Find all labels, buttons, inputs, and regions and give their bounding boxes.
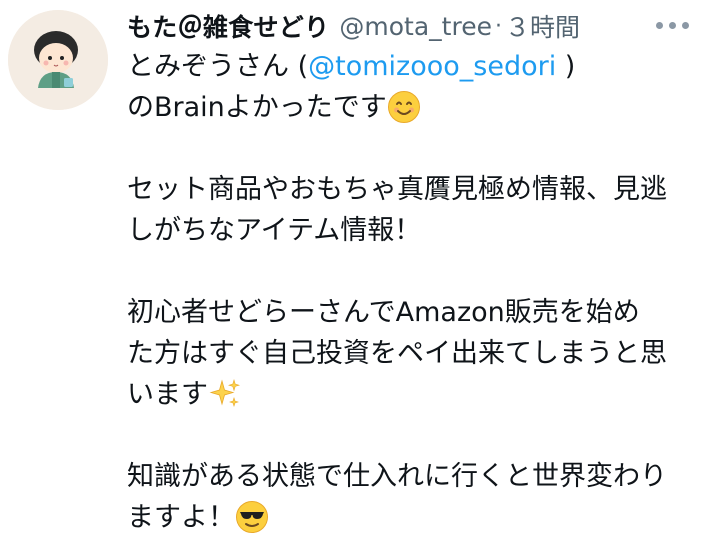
tweet-text: ) [556,51,576,82]
tweet-line: います [127,374,692,415]
more-horizontal-icon [655,21,689,29]
avatar-illustration [8,10,108,110]
display-name[interactable]: もた＠雑食せどり [127,8,329,44]
tweet-header: もた＠雑食せどり @mota_tree · ３時間 [127,8,580,44]
sparkles-icon [208,377,240,409]
tweet-line: ますよ！ [127,497,692,538]
tweet-line: 知識がある状態で仕入れに行くと世界変わり [127,461,667,492]
tweet-timestamp[interactable]: ３時間 [505,8,580,44]
tweet-line: 初心者せどらーさんでAmazon販売を始め [127,297,640,328]
tweet-body: とみぞうさん (@tomizooo_sedori ) のBrainよかったです … [127,46,692,538]
tweet-line: とみぞうさん (@tomizooo_sedori ) [127,46,692,87]
tweet-text: います [127,379,208,410]
separator-dot: · [494,13,502,39]
tweet-line: セット商品やおもちゃ真贋見極め情報、見逃 [127,174,667,205]
tweet-line: た方はすぐ自己投資をペイ出来てしまうと思 [127,338,667,369]
tweet-text: とみぞうさん ( [127,51,309,82]
tweet-text: のBrainよかったです [127,92,387,123]
tweet[interactable]: もた＠雑食せどり @mota_tree · ３時間 とみぞうさん (@tomiz… [0,0,702,533]
mention-link[interactable]: @tomizooo_sedori [308,51,556,82]
avatar[interactable] [8,10,108,110]
user-handle[interactable]: @mota_tree [339,12,492,41]
sunglasses-face-icon [235,500,268,533]
tweet-line: しがちなアイテム情報！ [127,215,422,246]
more-options-button[interactable] [652,8,692,42]
smiling-face-icon [387,90,420,123]
tweet-text: ますよ！ [127,502,235,533]
tweet-line: のBrainよかったです [127,87,692,128]
